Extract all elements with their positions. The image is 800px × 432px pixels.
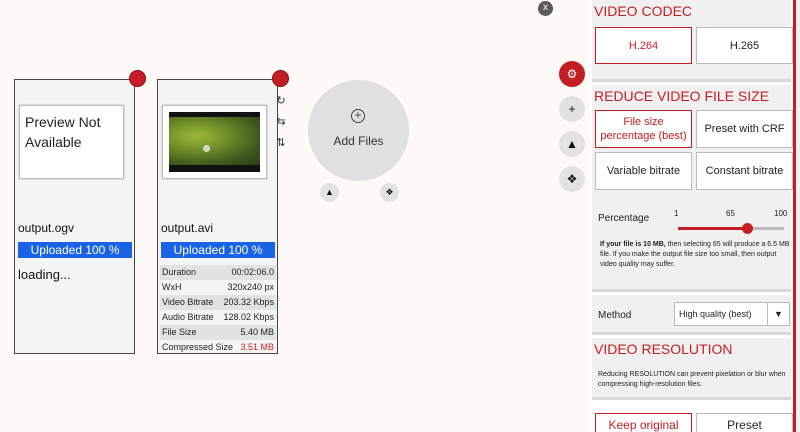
- preview-text: Preview Not Available: [25, 114, 101, 150]
- file-stats: Duration 00:02:06.0 WxH 320x240 px Video B…: [160, 265, 276, 355]
- google-drive-icon[interactable]: ▲: [320, 183, 339, 202]
- method-label: Method: [598, 310, 632, 321]
- codec-h265-button[interactable]: H.265: [696, 27, 793, 64]
- settings-panel: VIDEO CODEC H.264 H.265 REDUCE VIDEO FIL…: [590, 0, 800, 432]
- resolution-note: Reducing RESOLUTION can prevent pixelati…: [598, 371, 786, 388]
- stat-row: Compressed Size 3.51 MB: [162, 342, 274, 352]
- swap-horizontal-icon[interactable]: ⇆: [274, 115, 288, 129]
- stat-row: WxH 320x240 px: [162, 282, 274, 292]
- upload-progress: Uploaded 100 %: [161, 242, 275, 258]
- file-size-percentage-button[interactable]: File size percentage (best): [595, 110, 692, 148]
- dropbox-icon[interactable]: ❖: [380, 183, 399, 202]
- file-name: output.ogv: [18, 221, 75, 235]
- percentage-label: Percentage: [598, 213, 650, 224]
- add-icon[interactable]: +: [559, 96, 585, 122]
- remove-file-button[interactable]: [129, 70, 146, 87]
- remove-file-button[interactable]: [272, 70, 289, 87]
- panel-scrollbar[interactable]: [796, 0, 800, 432]
- reduce-size-section: REDUCE VIDEO FILE SIZE File size percent…: [592, 85, 793, 205]
- slider-min: 1: [674, 209, 679, 218]
- video-codec-section: VIDEO CODEC H.264 H.265: [592, 0, 793, 82]
- percentage-note: If your file is 10 MB, then selecting 65…: [600, 241, 790, 268]
- file-card-ogv: Preview Not Available output.ogv Uploade…: [14, 70, 146, 354]
- upload-progress: Uploaded 100 %: [18, 242, 132, 258]
- slider-max: 100: [774, 209, 788, 218]
- rotate-icon[interactable]: ↻: [274, 94, 288, 108]
- section-title: REDUCE VIDEO FILE SIZE: [594, 88, 770, 104]
- add-icon: +: [351, 109, 365, 123]
- google-drive-icon[interactable]: ▲: [559, 131, 585, 157]
- preview-placeholder: Preview Not Available: [19, 105, 124, 179]
- loading-status: loading...: [18, 267, 71, 282]
- stat-row: Video Bitrate 203.32 Kbps: [160, 295, 276, 310]
- add-files-label: Add Files: [333, 134, 384, 148]
- keep-original-button[interactable]: Keep original: [595, 413, 692, 432]
- close-button[interactable]: x: [538, 1, 553, 16]
- variable-bitrate-button[interactable]: Variable bitrate: [595, 152, 692, 190]
- codec-h264-button[interactable]: H.264: [595, 27, 692, 64]
- section-title: VIDEO CODEC: [594, 3, 693, 19]
- stat-row: Audio Bitrate 128.02 Kbps: [162, 312, 274, 322]
- method-select[interactable]: High quality (best) ▼: [674, 302, 790, 326]
- section-title: VIDEO RESOLUTION: [594, 341, 733, 357]
- slider-thumb[interactable]: [741, 223, 753, 234]
- method-section: Method High quality (best) ▼: [592, 295, 791, 335]
- file-name: output.avi: [161, 221, 214, 235]
- add-files-button[interactable]: + Add Files: [308, 80, 409, 181]
- swap-vertical-icon[interactable]: ⇅: [274, 136, 288, 150]
- stat-row: File Size 5.40 MB: [160, 325, 276, 340]
- constant-bitrate-button[interactable]: Constant bitrate: [696, 152, 793, 190]
- stat-row: Duration 00:02:06.0: [160, 265, 276, 280]
- file-card-avi: output.avi Uploaded 100 % Duration 00:02:…: [157, 70, 289, 355]
- video-thumbnail: [162, 105, 267, 179]
- percentage-slider[interactable]: [678, 223, 784, 234]
- card-tools: ↻ ⇆ ⇅: [274, 94, 290, 157]
- preset-resolution-button[interactable]: Preset: [696, 413, 793, 432]
- settings-icon[interactable]: ⚙: [559, 61, 585, 87]
- preset-crf-button[interactable]: Preset with CRF: [696, 110, 793, 148]
- dropbox-icon[interactable]: ❖: [559, 166, 585, 192]
- video-resolution-section: VIDEO RESOLUTION Reducing RESOLUTION can…: [592, 338, 791, 400]
- slider-value: 65: [726, 209, 735, 218]
- percentage-section: Percentage 1 65 100 If your file is 10 M…: [592, 200, 791, 292]
- chevron-down-icon: ▼: [767, 303, 789, 325]
